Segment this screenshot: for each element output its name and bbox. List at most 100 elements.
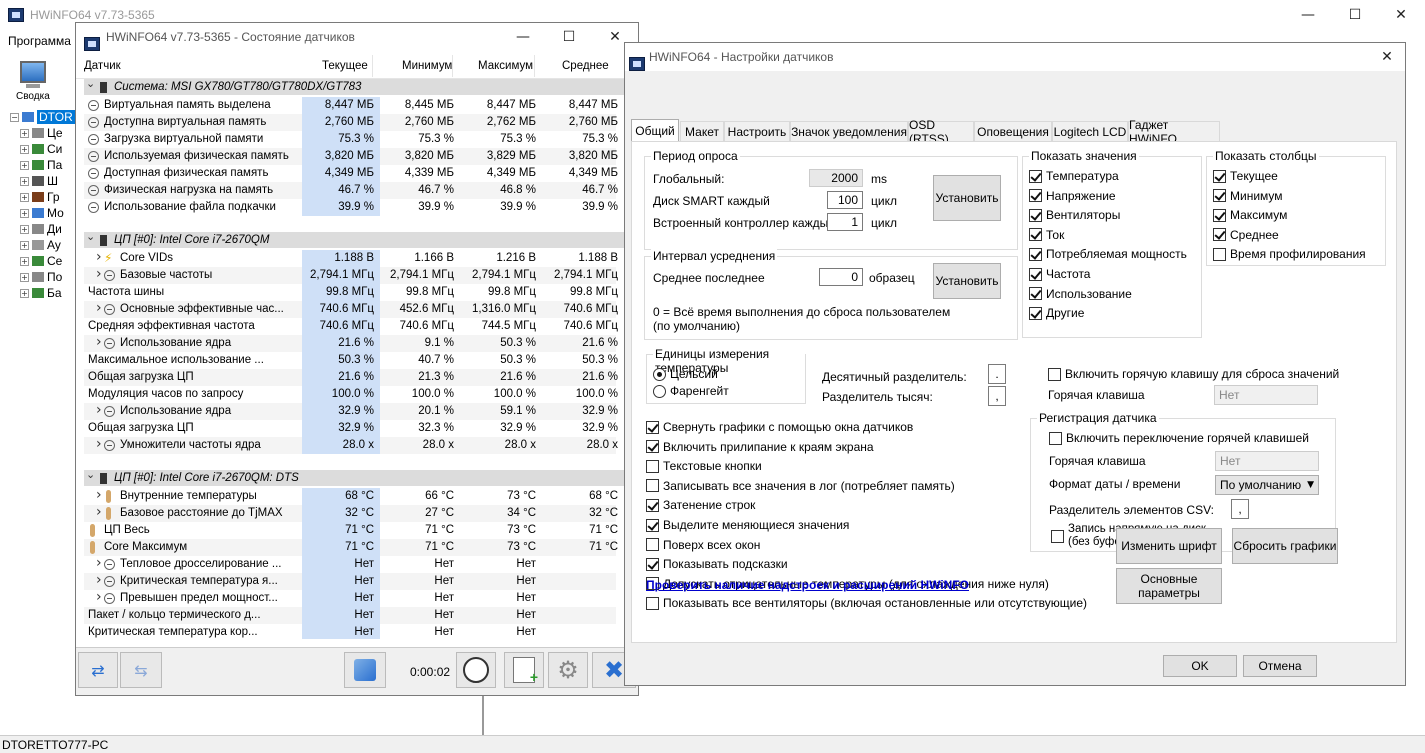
sensor-row[interactable]: Критическая температура кор... Нет Нет Нет bbox=[84, 624, 616, 639]
chevron-down-icon[interactable]: ⌄ bbox=[86, 229, 95, 245]
sensor-row[interactable]: › Критическая температура я... Нет Нет Нет bbox=[84, 572, 616, 590]
tab-alerts[interactable]: Оповещения bbox=[974, 121, 1052, 141]
settings-button[interactable]: ⚙ bbox=[548, 652, 588, 688]
tree-item[interactable]: + Ш bbox=[20, 174, 58, 188]
sensor-row[interactable]: › Умножители частоты ядра 28.0 x 28.0 x 28.0… bbox=[84, 436, 618, 454]
logging-hotkey-checkbox[interactable]: Включить переключение горячей клавишей bbox=[1049, 431, 1309, 445]
change-font-button[interactable]: Изменить шрифт bbox=[1116, 528, 1222, 564]
tree-item[interactable]: + Це bbox=[20, 126, 63, 140]
show-value-checkbox[interactable]: Ток bbox=[1029, 228, 1064, 242]
show-value-checkbox[interactable]: Температура bbox=[1029, 169, 1119, 183]
cancel-button[interactable]: Отмена bbox=[1243, 655, 1317, 677]
show-column-checkbox[interactable]: Среднее bbox=[1213, 228, 1279, 242]
main-splitter[interactable] bbox=[482, 690, 484, 736]
sensor-row[interactable]: › Использование ядра 21.6 % 9.1 % 50.3 % 21.6… bbox=[84, 334, 618, 352]
main-maximize-button[interactable]: ☐ bbox=[1332, 0, 1378, 30]
chevron-right-icon[interactable]: › bbox=[96, 555, 102, 571]
menu-program[interactable]: Программа bbox=[8, 34, 71, 48]
main-close-button[interactable]: ✕ bbox=[1378, 0, 1424, 30]
sensor-maximize-button[interactable]: ☐ bbox=[546, 23, 592, 51]
ok-button[interactable]: OK bbox=[1163, 655, 1237, 677]
show-value-checkbox[interactable]: Напряжение bbox=[1029, 189, 1116, 203]
tab-osd[interactable]: OSD (RTSS) bbox=[908, 118, 974, 146]
tab-general[interactable]: Общий bbox=[631, 119, 679, 142]
tree-item[interactable]: + Се bbox=[20, 254, 62, 268]
chevron-right-icon[interactable]: › bbox=[96, 300, 102, 316]
sensor-group-header[interactable]: ⌄ Система: MSI GX780/GT780/GT780DX/GT783 bbox=[84, 79, 624, 95]
average-samples-input[interactable]: 0 bbox=[819, 268, 863, 286]
tree-item[interactable]: + Па bbox=[20, 158, 62, 172]
sensor-row[interactable]: Модуляция часов по запросу 100.0 % 100.0 %… bbox=[84, 386, 618, 403]
col-max[interactable]: Максимум bbox=[478, 60, 533, 72]
chevron-down-icon[interactable]: ⌄ bbox=[86, 79, 95, 92]
col-min[interactable]: Минимум bbox=[402, 60, 452, 72]
smart-interval-input[interactable]: 100 bbox=[827, 191, 863, 209]
tree-item[interactable]: + Ди bbox=[20, 222, 62, 236]
col-sensor[interactable]: Датчик bbox=[84, 60, 121, 72]
sensor-row[interactable]: › Тепловое дросселирование ... Нет Нет Нет bbox=[84, 555, 616, 573]
tab-layout[interactable]: Макет bbox=[680, 121, 724, 141]
option-checkbox[interactable]: Свернуть графики с помощью окна датчиков bbox=[646, 420, 913, 434]
sensor-row[interactable]: Использование файла подкачки 39.9 % 39.9 %… bbox=[84, 199, 618, 216]
settings-close-button[interactable]: ✕ bbox=[1369, 43, 1405, 71]
show-column-checkbox[interactable]: Минимум bbox=[1213, 189, 1283, 203]
sensor-row[interactable]: Виртуальная память выделена 8,447 МБ 8,445… bbox=[84, 97, 618, 114]
sensor-row[interactable]: ЦП Весь 71 °C 71 °C 73 °C 71 °C bbox=[84, 522, 618, 539]
sensor-row[interactable]: Общая загрузка ЦП 32.9 % 32.3 % 32.9 % 32.9 … bbox=[84, 420, 618, 437]
sensor-row[interactable]: Core Максимум 71 °C 71 °C 73 °C 71 °C bbox=[84, 539, 618, 556]
chevron-down-icon[interactable]: ⌄ bbox=[86, 467, 95, 483]
sensor-row[interactable]: Загрузка виртуальной памяти 75.3 % 75.3 % 7… bbox=[84, 131, 618, 148]
option-checkbox[interactable]: Включить прилипание к краям экрана bbox=[646, 440, 874, 454]
reset-graphs-button[interactable]: Сбросить графики bbox=[1232, 528, 1338, 564]
reset-hotkey-input[interactable]: Нет bbox=[1214, 385, 1318, 405]
chevron-right-icon[interactable]: › bbox=[96, 487, 102, 503]
show-value-checkbox[interactable]: Другие bbox=[1029, 306, 1084, 320]
summary-button[interactable]: Сводка bbox=[10, 58, 58, 104]
addons-link[interactable]: Проверить наличие надстроек и расширений… bbox=[646, 578, 969, 592]
fahrenheit-radio[interactable]: Фаренгейт bbox=[653, 384, 729, 398]
chevron-right-icon[interactable]: › bbox=[96, 504, 102, 520]
show-column-checkbox[interactable]: Максимум bbox=[1213, 208, 1287, 222]
show-value-checkbox[interactable]: Частота bbox=[1029, 267, 1090, 281]
logging-hotkey-input[interactable]: Нет bbox=[1215, 451, 1319, 471]
report-button[interactable]: + bbox=[504, 652, 544, 688]
chevron-right-icon[interactable]: › bbox=[96, 334, 102, 350]
col-divider[interactable] bbox=[534, 55, 535, 77]
sensor-row[interactable]: › Основные эффективные час... 740.6 МГц 452… bbox=[84, 300, 618, 318]
sensor-row[interactable]: Общая загрузка ЦП 21.6 % 21.3 % 21.6 % 21.6 … bbox=[84, 369, 618, 386]
main-minimize-button[interactable]: — bbox=[1285, 0, 1331, 30]
chevron-right-icon[interactable]: › bbox=[96, 249, 102, 265]
csv-separator-input[interactable]: , bbox=[1231, 499, 1249, 519]
sensor-row[interactable]: › Внутренние температуры 68 °C 66 °C 73 °C 68… bbox=[84, 487, 618, 505]
option-checkbox[interactable]: Текстовые кнопки bbox=[646, 459, 762, 473]
sensor-row[interactable]: › Использование ядра 32.9 % 20.1 % 59.1 % 32.… bbox=[84, 402, 618, 420]
chevron-right-icon[interactable]: › bbox=[96, 572, 102, 588]
sensor-minimize-button[interactable]: — bbox=[500, 23, 546, 51]
reset-hotkey-checkbox[interactable]: Включить горячую клавишу для сброса знач… bbox=[1048, 367, 1339, 381]
sensor-row[interactable]: › Базовые частоты 2,794.1 МГц 2,794.1 МГц 2,… bbox=[84, 266, 618, 284]
tree-item[interactable]: + Ба bbox=[20, 286, 62, 300]
sensor-row[interactable]: Доступна виртуальная память 2,760 МБ 2,760… bbox=[84, 114, 618, 131]
col-avg[interactable]: Среднее bbox=[562, 60, 609, 72]
tree-item[interactable]: + Мо bbox=[20, 206, 64, 220]
polling-set-button[interactable]: Установить bbox=[933, 175, 1001, 221]
col-divider[interactable] bbox=[452, 55, 453, 77]
sensor-group-header[interactable]: ⌄ ЦП [#0]: Intel Core i7-2670QM bbox=[84, 229, 624, 248]
averaging-set-button[interactable]: Установить bbox=[933, 263, 1001, 299]
nav-arrows-button[interactable]: ⇄ bbox=[78, 652, 118, 688]
sensor-row[interactable]: › Базовое расстояние до TjMAX 32 °C 27 °C 34… bbox=[84, 504, 618, 522]
nav-arrows-disabled-button[interactable]: ⇆ bbox=[120, 652, 162, 688]
chevron-right-icon[interactable]: › bbox=[96, 436, 102, 452]
sensor-row[interactable]: Средняя эффективная частота 740.6 МГц 740.… bbox=[84, 318, 618, 335]
tree-item[interactable]: + Гр bbox=[20, 190, 60, 204]
sensor-row[interactable]: Физическая нагрузка на память 46.7 % 46.7 … bbox=[84, 182, 618, 199]
sensor-row[interactable]: Доступная физическая память 4,349 МБ 4,339… bbox=[84, 165, 618, 182]
sensor-group-header[interactable]: ⌄ ЦП [#0]: Intel Core i7-2670QM: DTS bbox=[84, 467, 624, 486]
tab-tray-icon[interactable]: Значок уведомления bbox=[790, 121, 908, 141]
sensor-row[interactable]: › Превышен предел мощност... Нет Нет Нет bbox=[84, 589, 616, 607]
col-divider[interactable] bbox=[372, 55, 373, 77]
basic-settings-button[interactable]: Основные параметры bbox=[1116, 568, 1222, 604]
chevron-right-icon[interactable]: › bbox=[96, 402, 102, 418]
show-column-checkbox[interactable]: Время профилирования bbox=[1213, 247, 1366, 261]
sensor-row[interactable]: › ⚡ Core VIDs 1.188 В 1.166 В 1.216 В 1.188 В bbox=[84, 249, 618, 267]
